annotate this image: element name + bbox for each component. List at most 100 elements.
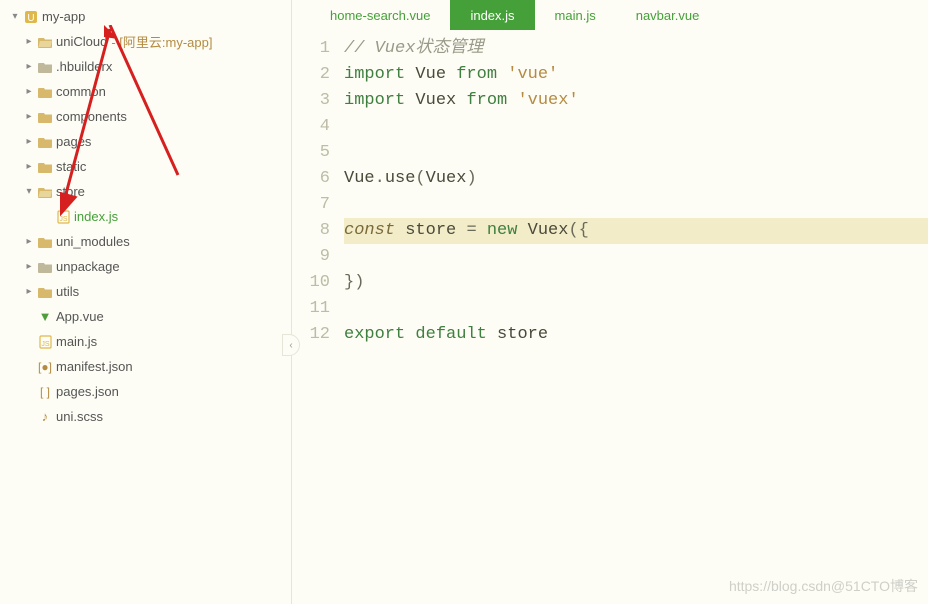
tree-item-unimodules[interactable]: ▸ uni_modules	[0, 229, 291, 254]
tree-item-unicloud[interactable]: ▸ uniCloud - [阿里云:my-app]	[0, 29, 291, 54]
tree-item-store[interactable]: ▾ store	[0, 179, 291, 204]
code-line-10[interactable]: })	[344, 270, 928, 296]
line-number: 2	[292, 62, 330, 88]
tree-item-label: unpackage	[56, 259, 120, 274]
code-line-12[interactable]: export default store	[344, 322, 928, 348]
tree-item-label: components	[56, 109, 127, 124]
vue-icon: ▼	[36, 309, 54, 324]
folder-open-icon	[36, 186, 54, 198]
chevron-icon: ▸	[22, 136, 36, 147]
chevron-down-icon: ▾	[8, 11, 22, 22]
tree-item-label: utils	[56, 284, 79, 299]
chevron-icon: ▸	[22, 261, 36, 272]
code-line-1[interactable]: // Vuex状态管理	[344, 36, 928, 62]
tree-item-static[interactable]: ▸ static	[0, 154, 291, 179]
folder-icon	[36, 136, 54, 148]
svg-text:U: U	[27, 13, 34, 24]
watermark: https://blog.csdn@51CTO博客	[729, 576, 918, 596]
js-icon: JS	[54, 210, 72, 224]
tree-item-label: main.js	[56, 334, 97, 349]
tree-item-unpackage[interactable]: ▸ unpackage	[0, 254, 291, 279]
chevron-icon: ▸	[22, 36, 36, 47]
folder-icon	[36, 161, 54, 173]
tab-navbarvue[interactable]: navbar.vue	[616, 0, 720, 30]
tree-item-label: uni.scss	[56, 409, 103, 424]
folder-icon	[36, 286, 54, 298]
chevron-icon: ▸	[22, 111, 36, 122]
folder-grey-icon	[36, 261, 54, 273]
line-number: 7	[292, 192, 330, 218]
folder-icon	[36, 86, 54, 98]
tree-item-label: index.js	[74, 209, 118, 224]
chevron-icon: ▾	[22, 186, 36, 197]
tree-item-hbuilderx[interactable]: ▸ .hbuilderx	[0, 54, 291, 79]
code-line-2[interactable]: import Vue from 'vue'	[344, 62, 928, 88]
code-line-11[interactable]	[344, 296, 928, 322]
tree-item-label: store	[56, 184, 85, 199]
tree-item-appvue[interactable]: ▼App.vue	[0, 304, 291, 329]
code-line-9[interactable]	[344, 244, 928, 270]
folder-grey-icon	[36, 61, 54, 73]
tree-item-pagesjson[interactable]: [ ]pages.json	[0, 379, 291, 404]
line-number-gutter: 123456789101112	[292, 36, 344, 604]
tree-item-manifestjson[interactable]: [●]manifest.json	[0, 354, 291, 379]
chevron-icon: ▸	[22, 61, 36, 72]
file-explorer[interactable]: ▾ U my-app ▸ uniCloud - [阿里云:my-app] ▸ .hbu…	[0, 0, 292, 604]
tab-homesearchvue[interactable]: home-search.vue	[310, 0, 450, 30]
line-number: 1	[292, 36, 330, 62]
manifest-icon: [●]	[36, 360, 54, 374]
chevron-icon: ▸	[22, 236, 36, 247]
editor-tabs: home-search.vueindex.jsmain.jsnavbar.vue	[292, 0, 928, 30]
chevron-left-icon: ‹	[289, 340, 292, 351]
tree-item-label: .hbuilderx	[56, 59, 112, 74]
tree-item-indexjs[interactable]: JS index.js	[0, 204, 291, 229]
svg-text:JS: JS	[59, 216, 68, 223]
tree-item-label: common	[56, 84, 106, 99]
code-content[interactable]: // Vuex状态管理import Vue from 'vue'import V…	[344, 36, 928, 604]
svg-text:JS: JS	[41, 341, 50, 348]
line-number: 11	[292, 296, 330, 322]
line-number: 6	[292, 166, 330, 192]
folder-open-icon	[36, 36, 54, 48]
tree-item-label: uniCloud	[56, 34, 107, 49]
tree-item-label: manifest.json	[56, 359, 133, 374]
tree-item-common[interactable]: ▸ common	[0, 79, 291, 104]
tree-item-components[interactable]: ▸ components	[0, 104, 291, 129]
line-number: 8	[292, 218, 330, 244]
tab-mainjs[interactable]: main.js	[535, 0, 616, 30]
tree-item-utils[interactable]: ▸ utils	[0, 279, 291, 304]
tree-item-mainjs[interactable]: JS main.js	[0, 329, 291, 354]
line-number: 9	[292, 244, 330, 270]
chevron-icon: ▸	[22, 86, 36, 97]
code-line-7[interactable]	[344, 192, 928, 218]
code-line-3[interactable]: import Vuex from 'vuex'	[344, 88, 928, 114]
tree-item-suffix: - [阿里云:my-app]	[111, 32, 212, 51]
line-number: 10	[292, 270, 330, 296]
tree-item-uniscss[interactable]: ♪uni.scss	[0, 404, 291, 429]
editor-pane: home-search.vueindex.jsmain.jsnavbar.vue…	[292, 0, 928, 604]
project-icon: U	[22, 10, 40, 24]
tree-item-label: static	[56, 159, 86, 174]
tree-item-label: App.vue	[56, 309, 104, 324]
tree-item-label: pages	[56, 134, 91, 149]
folder-icon	[36, 236, 54, 248]
line-number: 4	[292, 114, 330, 140]
tree-item-pages[interactable]: ▸ pages	[0, 129, 291, 154]
tree-root-my-app[interactable]: ▾ U my-app	[0, 4, 291, 29]
line-number: 3	[292, 88, 330, 114]
chevron-icon: ▸	[22, 161, 36, 172]
code-line-5[interactable]	[344, 140, 928, 166]
line-number: 5	[292, 140, 330, 166]
folder-icon	[36, 111, 54, 123]
chevron-icon: ▸	[22, 286, 36, 297]
tab-indexjs[interactable]: index.js	[450, 0, 534, 30]
json-icon: [ ]	[36, 385, 54, 399]
tree-item-label: pages.json	[56, 384, 119, 399]
code-area[interactable]: 123456789101112 // Vuex状态管理import Vue fr…	[292, 30, 928, 604]
scss-icon: ♪	[36, 409, 54, 424]
code-line-4[interactable]	[344, 114, 928, 140]
tree-root-label: my-app	[42, 9, 85, 24]
js-icon: JS	[36, 335, 54, 349]
code-line-6[interactable]: Vue.use(Vuex)	[344, 166, 928, 192]
tree-item-label: uni_modules	[56, 234, 130, 249]
